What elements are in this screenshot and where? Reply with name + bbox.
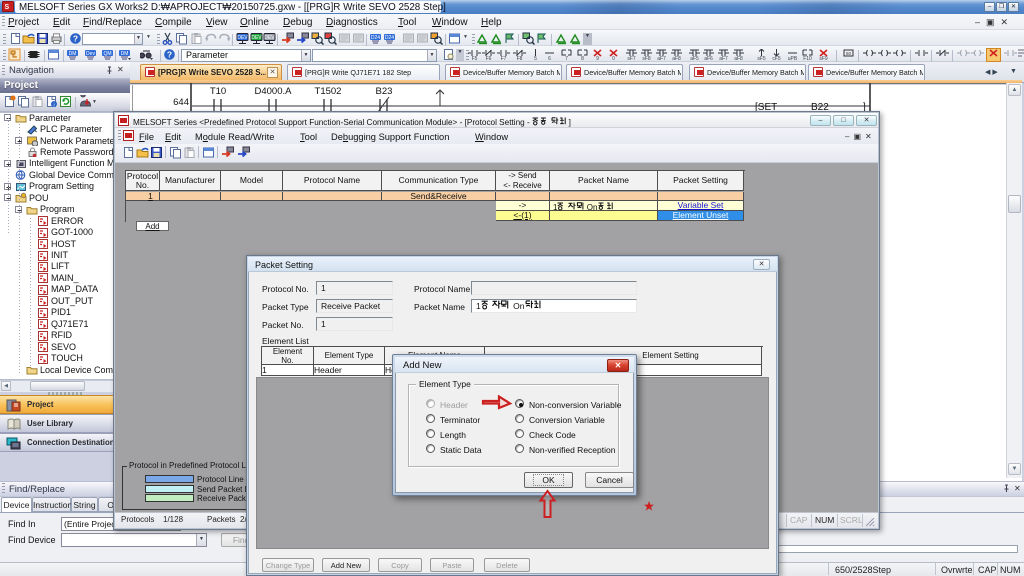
svg-text:D24: D24 <box>385 35 394 41</box>
svg-text:D24: D24 <box>371 35 380 41</box>
svg-text:Dev: Dev <box>86 51 95 57</box>
svg-text:DEV: DEV <box>237 35 248 41</box>
svg-text:50: 50 <box>846 51 852 56</box>
svg-text:D4000.A: D4000.A <box>255 86 293 97</box>
svg-text:T1502: T1502 <box>315 86 342 97</box>
svg-text:DEV: DEV <box>251 35 262 41</box>
svg-text:?: ? <box>73 34 78 44</box>
svg-text:QM: QM <box>103 51 111 57</box>
svg-text:T10: T10 <box>210 86 226 97</box>
svg-text:B23: B23 <box>376 86 393 97</box>
svg-text:DEV: DEV <box>264 35 275 41</box>
svg-text:DM: DM <box>69 51 77 57</box>
svg-text:i: i <box>53 103 54 109</box>
svg-text:?: ? <box>167 50 172 60</box>
svg-text:DM: DM <box>121 51 129 57</box>
